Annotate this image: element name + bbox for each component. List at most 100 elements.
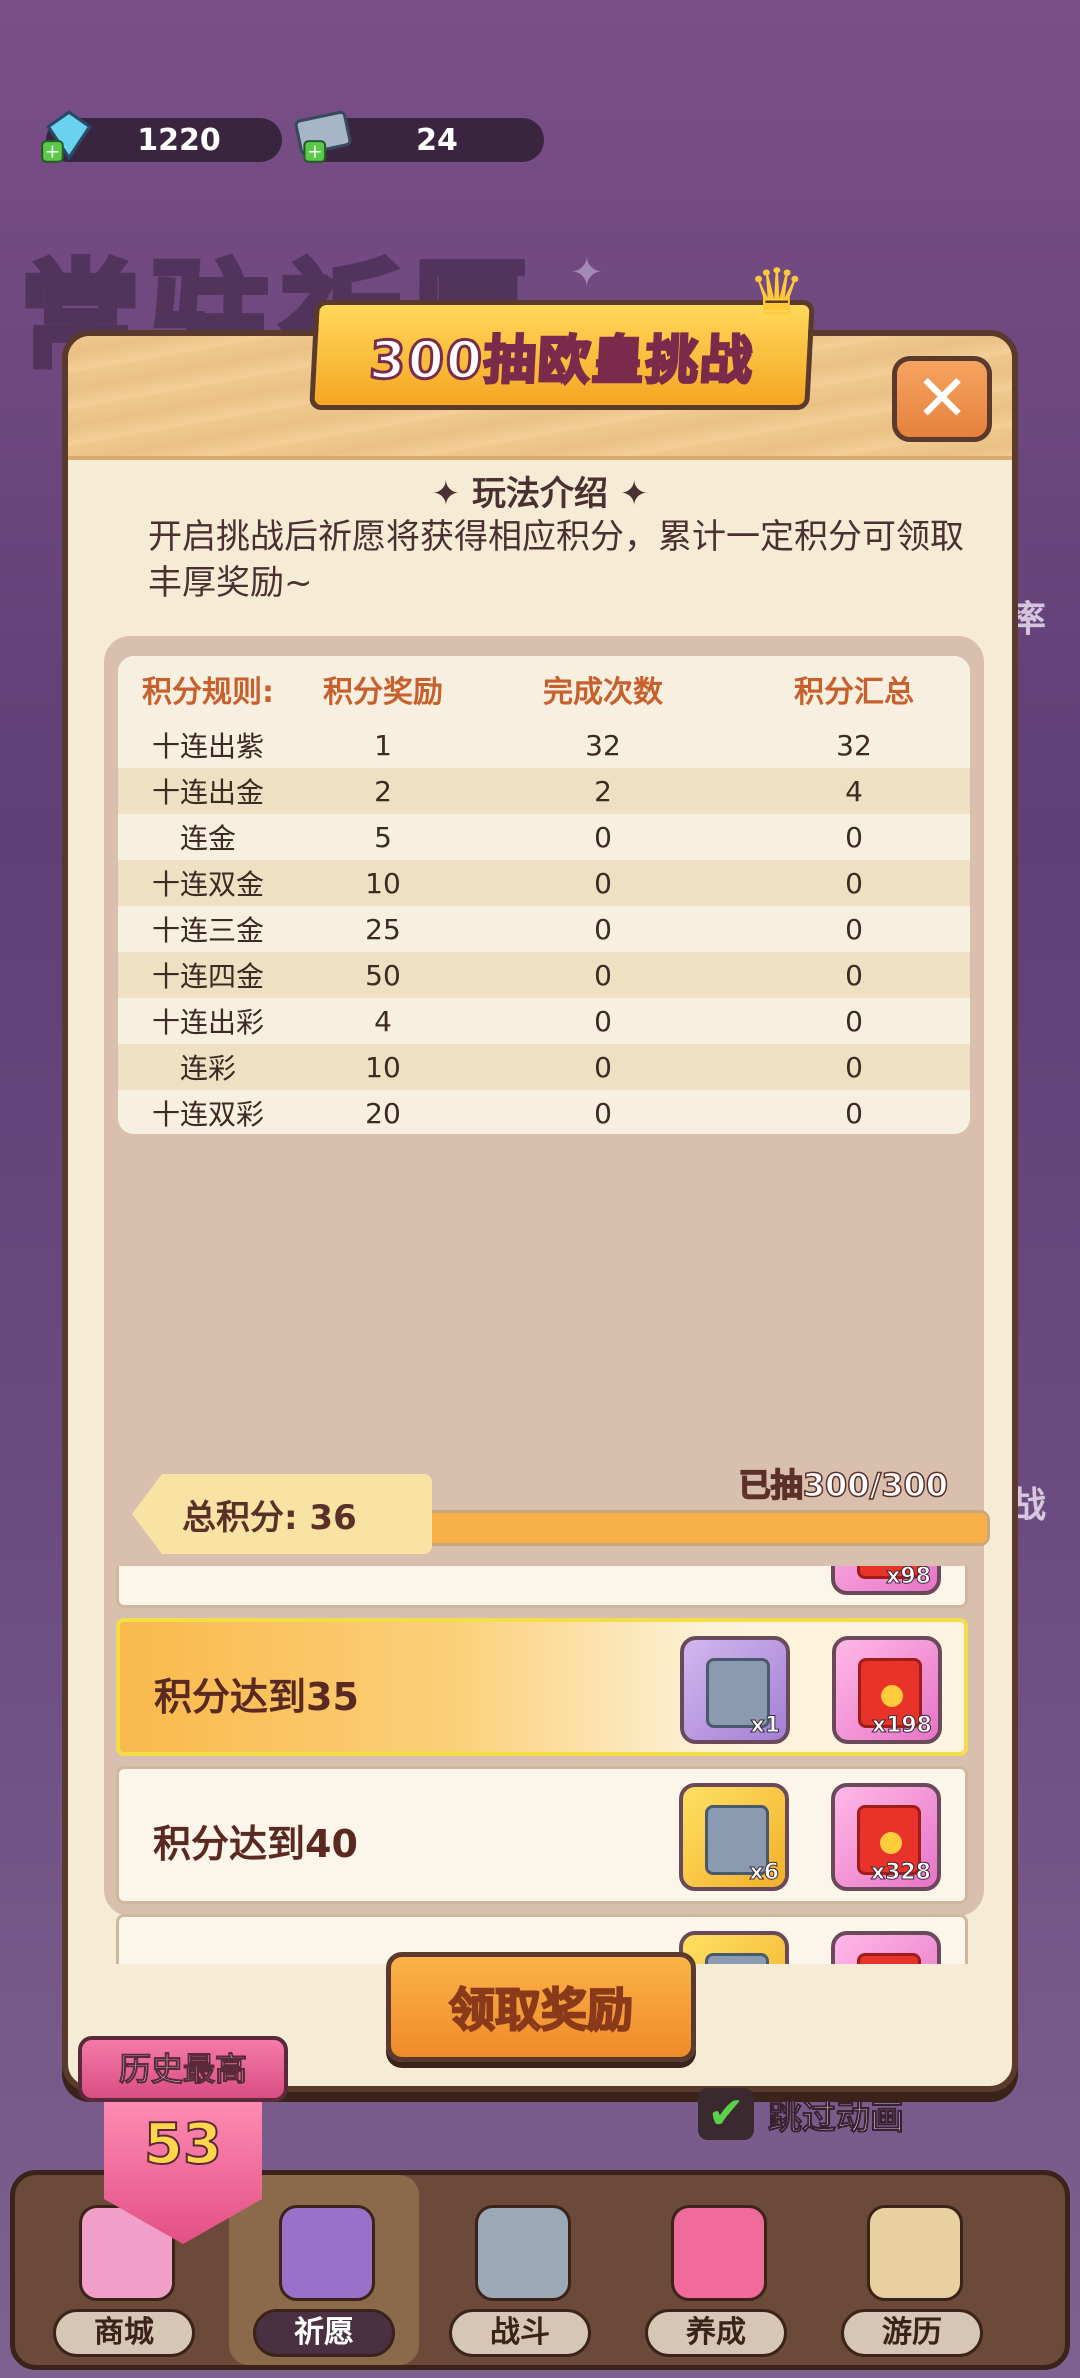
cell-count: 0 — [594, 958, 612, 992]
item-quantity: x328 — [870, 1860, 931, 1886]
cell-reward: 50 — [365, 958, 401, 992]
reward-threshold-label: 积分达到30 — [153, 1566, 358, 1572]
ticket-currency[interactable]: + 24 — [294, 110, 544, 163]
reward-row[interactable]: 积分达到40 x6 x328 — [116, 1766, 968, 1904]
history-shield: 53 — [104, 2094, 262, 2244]
ticket-card-glyph — [705, 1953, 769, 1964]
cell-total: 0 — [845, 958, 863, 992]
red-envelope-icon[interactable]: x328 — [831, 1783, 941, 1891]
header-count: 完成次数 — [543, 675, 663, 710]
history-value: 53 — [143, 2111, 223, 2178]
cell-total: 32 — [836, 728, 872, 762]
ticket-card-icon[interactable]: x1 — [679, 1931, 789, 1964]
nav-label: 战斗 — [449, 2309, 591, 2357]
cell-rule: 十连出金 — [151, 776, 264, 809]
reward-row[interactable]: 积分达到30 x98 — [116, 1566, 968, 1608]
cell-total: 0 — [845, 1096, 863, 1130]
ticket-card-icon[interactable]: x6 — [679, 1783, 789, 1891]
cell-total: 0 — [845, 1004, 863, 1038]
header-total: 积分汇总 — [794, 675, 914, 710]
cell-reward: 2 — [374, 774, 392, 808]
cell-reward: 10 — [365, 866, 401, 900]
svg-text:+: + — [45, 142, 61, 163]
cell-count: 0 — [594, 866, 612, 900]
nav-label: 养成 — [645, 2309, 787, 2357]
reward-threshold-label: 积分达到40 — [153, 1822, 358, 1866]
cell-rule: 十连四金 — [151, 960, 264, 993]
red-envelope-icon[interactable]: x648 — [831, 1931, 941, 1964]
cell-rule: 十连三金 — [151, 914, 264, 947]
table-row: 十连四金 50 0 0 — [118, 952, 970, 998]
cell-rule: 十连出紫 — [151, 730, 264, 763]
intro-text: 开启挑战后祈愿将获得相应积分，累计一定积分可领取丰厚奖励~ — [148, 517, 964, 603]
cell-reward: 1 — [374, 728, 392, 762]
history-ribbon: 历史最高 — [78, 2036, 288, 2102]
total-score-tag: 总积分: 36 — [132, 1474, 432, 1554]
table-row: 连金 5 0 0 — [118, 814, 970, 860]
svg-text:+: + — [307, 142, 323, 163]
reward-row[interactable]: 积分达到35 x1 x198 — [116, 1618, 968, 1756]
history-high-badge: 53 历史最高 — [78, 2036, 288, 2244]
red-envelope-icon[interactable]: x198 — [832, 1636, 942, 1744]
table-row: 十连出金 2 2 4 — [118, 768, 970, 814]
cell-total: 4 — [845, 774, 863, 808]
header-reward: 积分奖励 — [323, 675, 443, 710]
claim-reward-label: 领取奖励 — [448, 1982, 634, 2038]
nav-label: 游历 — [841, 2309, 983, 2357]
nav-item-3[interactable]: 养成 — [621, 2175, 811, 2365]
table-row: 十连双金 10 0 0 — [118, 860, 970, 906]
skip-animation-label: 跳过动画 — [768, 2097, 905, 2138]
cell-rule: 十连双金 — [151, 868, 264, 901]
modal-title: 300抽欧皇挑战 — [366, 329, 757, 392]
header-rule: 积分规则: — [142, 675, 274, 710]
score-progress-bar — [404, 1510, 990, 1546]
cell-count: 2 — [594, 774, 612, 808]
intro-title: ✦ 玩法介绍 ✦ — [431, 474, 649, 514]
drawn-count: 已抽300/300 — [738, 1465, 949, 1505]
nav-label: 祈愿 — [253, 2309, 395, 2357]
item-quantity: x98 — [886, 1566, 932, 1590]
cell-count: 0 — [594, 1096, 612, 1130]
item-quantity: x6 — [749, 1860, 779, 1886]
sparkle-icon: ✦ — [570, 250, 604, 296]
reward-list[interactable]: 积分达到30 x98 积分达到35 x1 x198 积分达到40 x6 x328 积分达到45 x… — [116, 1566, 972, 1964]
nav-item-4[interactable]: 游历 — [817, 2175, 1007, 2365]
reward-threshold-label: 积分达到35 — [154, 1675, 359, 1719]
cell-count: 32 — [585, 728, 621, 762]
cell-count: 0 — [594, 820, 612, 854]
red-envelope-icon[interactable]: x98 — [831, 1566, 941, 1595]
ticket-icon: + — [294, 110, 352, 163]
table-header: 积分规则: 积分奖励 完成次数 积分汇总 — [118, 656, 970, 722]
score-rule-table: 积分规则: 积分奖励 完成次数 积分汇总 十连出紫 1 32 32 十连出金 2 2 4 连金 5… — [118, 656, 970, 1134]
paw-icon — [671, 2205, 767, 2301]
ticket-card-icon[interactable]: x1 — [680, 1636, 790, 1744]
cell-reward: 4 — [374, 1004, 392, 1038]
item-quantity: x198 — [871, 1713, 932, 1739]
item-quantity: x1 — [750, 1713, 780, 1739]
table-row: 十连出彩 4 0 0 — [118, 998, 970, 1044]
cell-rule: 十连出彩 — [151, 1006, 264, 1039]
checkmark-icon[interactable]: ✔ — [698, 2088, 754, 2140]
close-button[interactable]: ✕ — [892, 356, 992, 442]
cell-total: 0 — [845, 1050, 863, 1084]
cell-rule: 十连双彩 — [151, 1098, 264, 1131]
red-envelope-glyph — [857, 1953, 921, 1964]
cell-reward: 20 — [365, 1096, 401, 1130]
nav-item-2[interactable]: 战斗 — [425, 2175, 615, 2365]
wish-card-icon — [279, 2205, 375, 2301]
gem-currency[interactable]: + 1220 — [41, 110, 282, 163]
total-score-label: 总积分: 36 — [182, 1497, 357, 1538]
gem-icon: + — [41, 110, 92, 163]
table-row: 连彩 10 0 0 — [118, 1044, 970, 1090]
cell-rule: 连金 — [179, 822, 236, 855]
history-label: 历史最高 — [118, 2050, 247, 2089]
cell-total: 0 — [845, 820, 863, 854]
nav-label: 商城 — [53, 2309, 195, 2357]
cell-reward: 5 — [374, 820, 392, 854]
cell-count: 0 — [594, 912, 612, 946]
claim-reward-button[interactable]: 领取奖励 — [386, 1952, 696, 2062]
map-icon — [867, 2205, 963, 2301]
cell-count: 0 — [594, 1004, 612, 1038]
cell-reward: 10 — [365, 1050, 401, 1084]
skip-animation-toggle[interactable]: ✔ 跳过动画 — [698, 2088, 905, 2140]
